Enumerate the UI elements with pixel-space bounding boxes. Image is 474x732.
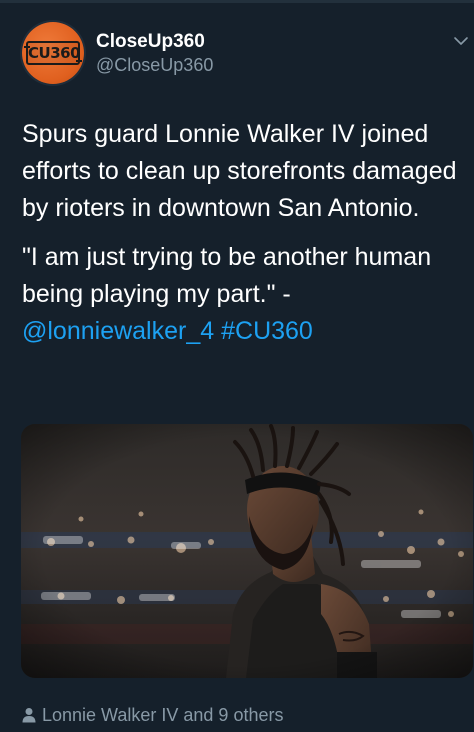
avatar[interactable]: CU360 <box>22 22 84 84</box>
tweet-quote: "I am just trying to be another human be… <box>22 243 432 308</box>
chevron-down-icon[interactable] <box>453 33 469 49</box>
avatar-logo-text: CU360 <box>26 41 81 65</box>
display-name[interactable]: CloseUp360 <box>96 31 205 53</box>
tweet-photo[interactable] <box>21 424 473 678</box>
photo-image <box>21 424 473 678</box>
tweet-text: Spurs guard Lonnie Walker IV joined effo… <box>22 116 467 350</box>
mention-link[interactable]: @lonniewalker_4 <box>22 317 214 345</box>
tweet-paragraph: Spurs guard Lonnie Walker IV joined effo… <box>22 120 457 222</box>
liked-by-text: Lonnie Walker IV and 9 others <box>42 705 284 725</box>
hashtag-link[interactable]: #CU360 <box>221 317 313 345</box>
user-handle[interactable]: @CloseUp360 <box>96 55 213 76</box>
top-divider <box>0 0 474 3</box>
tweet-quote-paragraph: "I am just trying to be another human be… <box>22 239 467 350</box>
person-icon <box>22 708 36 723</box>
liked-by-row[interactable]: Lonnie Walker IV and 9 others <box>22 705 283 726</box>
